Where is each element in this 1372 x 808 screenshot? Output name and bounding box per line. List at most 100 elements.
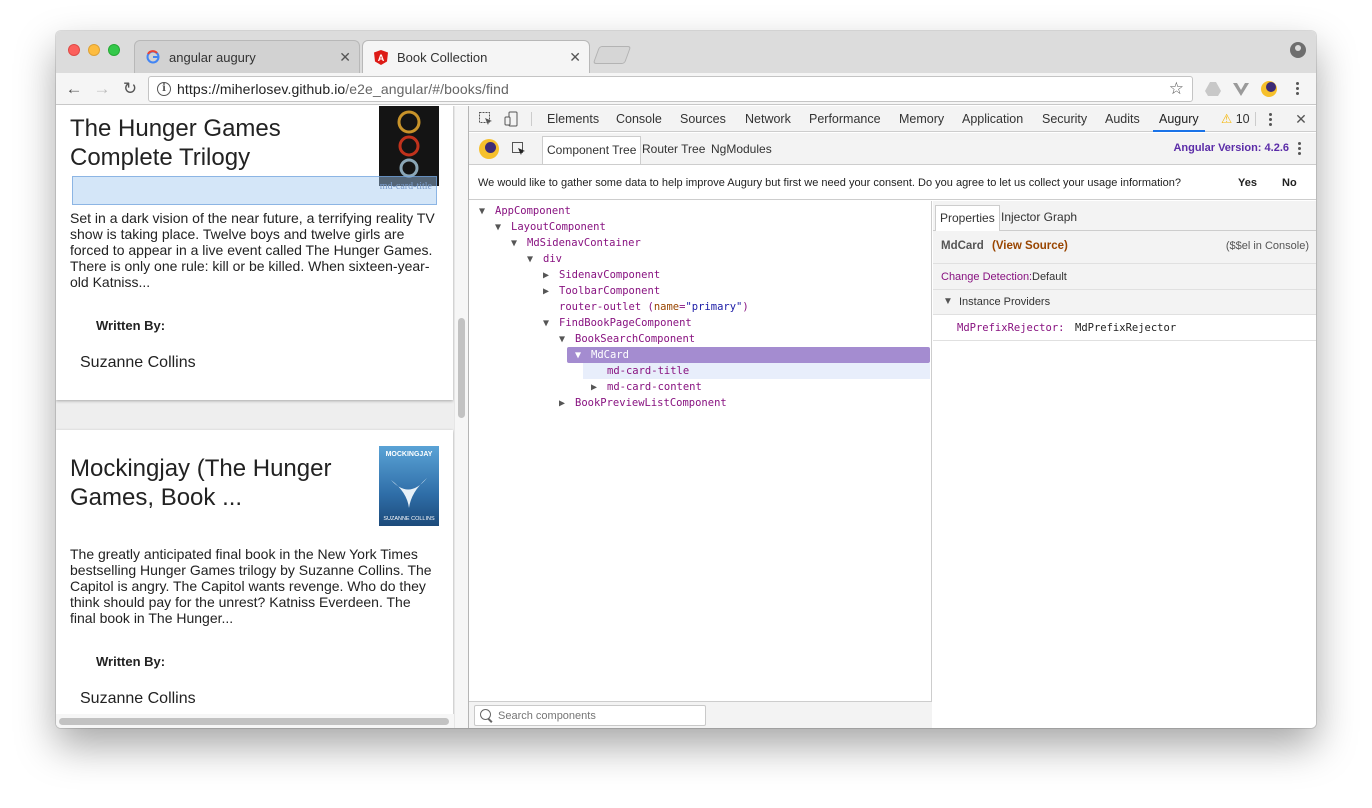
consent-no-button[interactable]: No [1282, 177, 1297, 189]
written-by-label: Written By: [96, 654, 166, 669]
maximize-window-button[interactable] [108, 44, 120, 56]
tree-node[interactable]: md-card-title [607, 363, 689, 379]
warning-icon: ⚠ [1221, 112, 1233, 126]
tree-node[interactable]: ▶ ToolbarComponent [543, 283, 660, 299]
inspect-element-icon[interactable] [478, 111, 494, 127]
view-source-link[interactable]: (View Source) [992, 240, 1068, 252]
expand-arrow-icon: ▼ [943, 296, 953, 307]
devtools-menu-icon[interactable] [1269, 113, 1273, 128]
tab-component-tree[interactable]: Component Tree [542, 136, 642, 164]
tab-title: angular augury [169, 49, 256, 65]
tree-node[interactable]: ▼ BookSearchComponent [559, 331, 695, 347]
tab-strip: angular augury ✕ A Book Collection ✕ [56, 31, 1316, 74]
instance-providers-header[interactable]: ▼ Instance Providers [933, 290, 1316, 315]
tab-elements[interactable]: Elements [547, 106, 599, 132]
tab-audits[interactable]: Audits [1105, 106, 1140, 132]
md-card-title-highlight: md-card-title [72, 176, 437, 205]
address-bar[interactable]: i https://miherlosev.github.io/e2e_angul… [148, 76, 1193, 102]
page-horizontal-scrollbar[interactable] [56, 714, 454, 728]
book-card[interactable]: The Hunger Games Complete Trilogy md-car… [56, 106, 453, 400]
tree-node[interactable]: ▶ BookPreviewListComponent [559, 395, 727, 411]
page-vertical-scrollbar[interactable] [454, 106, 468, 728]
console-hint: ($$el in Console) [1225, 240, 1309, 252]
tab-performance[interactable]: Performance [809, 106, 881, 132]
chrome-menu-icon[interactable] [1296, 82, 1300, 97]
consent-yes-button[interactable]: Yes [1238, 177, 1257, 189]
close-tab-icon[interactable]: ✕ [339, 49, 351, 66]
bookmark-star-icon[interactable]: ☆ [1169, 79, 1184, 99]
tab-console[interactable]: Console [616, 106, 662, 132]
tab-augury[interactable]: Augury [1153, 106, 1205, 132]
component-name: MdCard [941, 240, 984, 252]
search-icon [480, 708, 494, 723]
tab-memory[interactable]: Memory [899, 106, 944, 132]
tree-node[interactable]: ▼ div [527, 251, 562, 267]
tab-title: Book Collection [397, 50, 488, 65]
consent-message: We would like to gather some data to hel… [478, 177, 1181, 189]
reload-icon[interactable]: ↻ [119, 78, 141, 100]
written-by-label: Written By: [96, 318, 166, 333]
tree-node[interactable]: ▶ md-card-content [591, 379, 702, 395]
tab-properties[interactable]: Properties [935, 205, 1000, 231]
tab-book-collection[interactable]: A Book Collection ✕ [362, 40, 590, 74]
augury-logo-icon [479, 139, 499, 159]
properties-tab-bar: Properties Injector Graph [933, 201, 1316, 231]
book-author: Suzanne Collins [80, 690, 196, 707]
close-tab-icon[interactable]: ✕ [569, 49, 581, 66]
select-component-icon[interactable] [511, 141, 527, 157]
tree-node[interactable]: ▶ SidenavComponent [543, 267, 660, 283]
browser-toolbar: ← → ↻ i https://miherlosev.github.io/e2e… [56, 73, 1316, 105]
book-cover-image: MOCKINGJAY SUZANNE COLLINS [379, 446, 439, 526]
tab-angular-augury[interactable]: angular augury ✕ [134, 40, 360, 73]
close-window-button[interactable] [68, 44, 80, 56]
book-card[interactable]: Mockingjay (The Hunger Games, Book ... M… [56, 430, 453, 728]
tab-router-tree[interactable]: Router Tree [638, 136, 709, 164]
tree-node[interactable]: ▼ AppComponent [479, 203, 571, 219]
tree-node[interactable]: router-outlet (name="primary") [559, 299, 749, 315]
book-title: The Hunger Games Complete Trilogy [70, 115, 281, 171]
google-g-icon [145, 49, 161, 65]
component-tree-pane: ▼ AppComponent ▼ LayoutComponent ▼ MdSidena… [469, 201, 932, 728]
search-input[interactable] [498, 709, 698, 722]
tree-node[interactable]: ▼ FindBookPageComponent [543, 315, 692, 331]
tab-ngmodules[interactable]: NgModules [707, 136, 776, 164]
book-cover-image [379, 106, 439, 186]
tab-injector-graph[interactable]: Injector Graph [997, 205, 1081, 231]
close-devtools-icon[interactable]: ✕ [1293, 111, 1309, 127]
tab-application[interactable]: Application [962, 106, 1023, 132]
augury-toolbar: Component Tree Router Tree NgModules Ang… [469, 133, 1316, 165]
devtools-panel: Elements Console Sources Network Perform… [468, 106, 1316, 728]
tab-network[interactable]: Network [745, 106, 791, 132]
book-author: Suzanne Collins [80, 354, 196, 371]
warnings-counter[interactable]: ⚠ 10 [1221, 106, 1250, 132]
vue-extension-icon[interactable] [1232, 80, 1250, 98]
book-title: Mockingjay (The Hunger Games, Book ... [70, 455, 332, 511]
svg-text:A: A [378, 53, 385, 63]
search-bar [469, 701, 932, 728]
provider-row: MdPrefixRejector: MdPrefixRejector [933, 315, 1316, 341]
consent-banner: We would like to gather some data to hel… [469, 166, 1316, 200]
augury-extension-icon[interactable] [1260, 80, 1278, 98]
profile-icon[interactable] [1290, 42, 1306, 58]
minimize-window-button[interactable] [88, 44, 100, 56]
drive-extension-icon[interactable] [1204, 80, 1222, 98]
book-description: Set in a dark vision of the near future,… [70, 210, 435, 290]
component-header: MdCard (View Source) ($$el in Console) [933, 231, 1316, 264]
back-icon[interactable]: ← [63, 78, 85, 100]
forward-icon[interactable]: → [91, 78, 113, 100]
tab-security[interactable]: Security [1042, 106, 1087, 132]
tree-node[interactable]: ▼ MdSidenavContainer [511, 235, 641, 251]
search-components-field[interactable] [474, 705, 706, 726]
devtools-tab-bar: Elements Console Sources Network Perform… [469, 106, 1316, 132]
tab-sources[interactable]: Sources [680, 106, 726, 132]
url-text: https://miherlosev.github.io/e2e_angular… [177, 81, 509, 97]
web-page: The Hunger Games Complete Trilogy md-car… [56, 106, 468, 728]
tree-node[interactable]: ▼ LayoutComponent [495, 219, 606, 235]
augury-menu-icon[interactable] [1298, 142, 1302, 157]
site-info-icon[interactable]: i [157, 82, 171, 96]
device-toolbar-icon[interactable] [504, 111, 520, 127]
angular-version: Angular Version: 4.2.6 [1173, 142, 1289, 154]
tree-node-selected[interactable]: ▼ MdCard [575, 347, 629, 363]
change-detection-row: Change Detection: Default [933, 264, 1316, 290]
new-tab-button[interactable] [592, 46, 632, 64]
